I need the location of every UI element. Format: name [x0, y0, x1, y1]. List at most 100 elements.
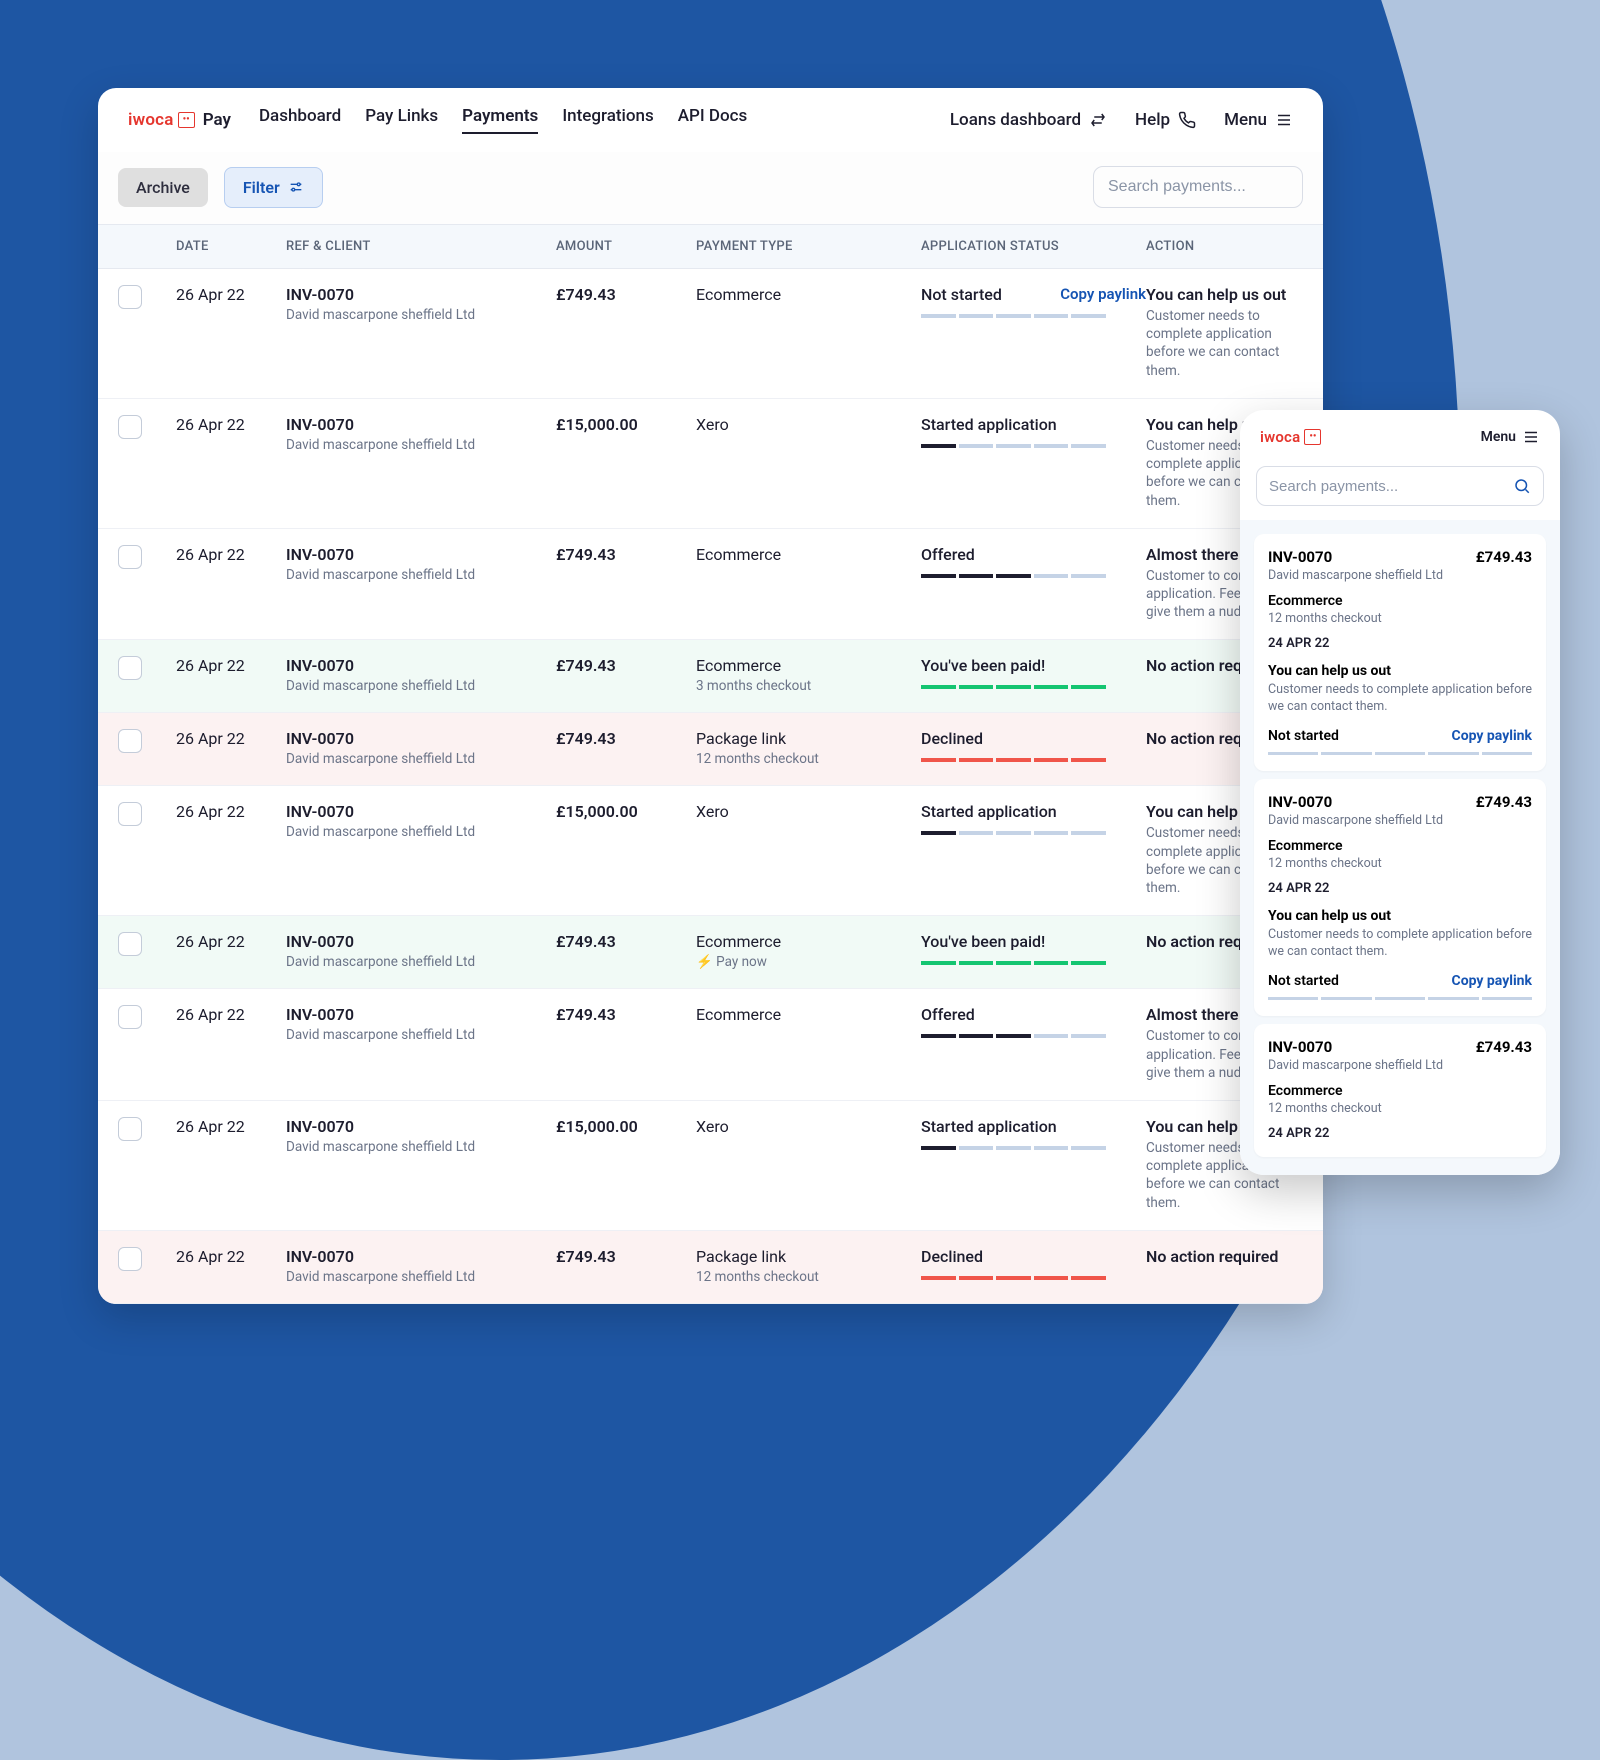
row-ptype-sub: 12 months checkout	[696, 1269, 921, 1285]
m-date: 24 APR 22	[1268, 1126, 1532, 1141]
search-input[interactable]	[1108, 178, 1315, 196]
row-status: Started application	[921, 415, 1057, 434]
logo-pay: Pay	[203, 110, 231, 130]
row-checkbox[interactable]	[118, 415, 142, 439]
filter-label: Filter	[243, 178, 280, 197]
row-client: David mascarpone sheffield Ltd	[286, 678, 556, 694]
nav-pay-links[interactable]: Pay Links	[365, 106, 438, 134]
m-ref: INV-0070	[1268, 793, 1443, 811]
row-date: 26 Apr 22	[176, 656, 286, 675]
row-client: David mascarpone sheffield Ltd	[286, 1139, 556, 1155]
archive-button[interactable]: Archive	[118, 168, 208, 207]
m-ptype-sub: 12 months checkout	[1268, 856, 1532, 871]
col-ref: REF & CLIENT	[286, 239, 556, 254]
row-progress	[921, 1034, 1106, 1038]
m-date: 24 APR 22	[1268, 636, 1532, 651]
nav-dashboard[interactable]: Dashboard	[259, 106, 341, 134]
row-client: David mascarpone sheffield Ltd	[286, 1269, 556, 1285]
row-date: 26 Apr 22	[176, 1005, 286, 1024]
row-progress	[921, 574, 1106, 578]
row-status: Offered	[921, 1005, 975, 1024]
table-row: 26 Apr 22INV-0070David mascarpone sheffi…	[98, 1231, 1323, 1304]
m-client: David mascarpone sheffield Ltd	[1268, 568, 1443, 583]
filter-button[interactable]: Filter	[224, 167, 323, 208]
row-status: Started application	[921, 1117, 1057, 1136]
row-checkbox[interactable]	[118, 1117, 142, 1141]
table-row: 26 Apr 22INV-0070David mascarpone sheffi…	[98, 786, 1323, 916]
mobile-card[interactable]: INV-0070David mascarpone sheffield Ltd£7…	[1254, 534, 1546, 771]
row-status: Not started	[921, 285, 1002, 304]
row-checkbox[interactable]	[118, 285, 142, 309]
menu-button[interactable]: Menu	[1224, 110, 1293, 130]
row-client: David mascarpone sheffield Ltd	[286, 437, 556, 453]
m-copy-paylink[interactable]: Copy paylink	[1452, 728, 1532, 744]
mobile-card[interactable]: INV-0070David mascarpone sheffield Ltd£7…	[1254, 779, 1546, 1016]
mobile-logo-box-icon: ••	[1304, 429, 1321, 445]
desktop-window: iwoca •• Pay Dashboard Pay Links Payments I…	[98, 88, 1323, 1304]
m-ptype: Ecommerce	[1268, 593, 1532, 609]
row-checkbox[interactable]	[118, 545, 142, 569]
row-checkbox[interactable]	[118, 1005, 142, 1029]
row-checkbox[interactable]	[118, 802, 142, 826]
row-ref: INV-0070	[286, 415, 556, 434]
row-action-title: You can help us out	[1146, 285, 1303, 304]
logo-box-icon: ••	[178, 112, 195, 128]
m-action-title: You can help us out	[1268, 908, 1532, 924]
m-progress	[1268, 997, 1532, 1000]
row-action-title: No action required	[1146, 1247, 1303, 1266]
row-amount: £749.43	[556, 656, 696, 675]
logo-iwoca: iwoca	[128, 110, 174, 130]
payments-table: DATE REF & CLIENT AMOUNT PAYMENT TYPE AP…	[98, 224, 1323, 1304]
row-checkbox[interactable]	[118, 1247, 142, 1271]
row-ref: INV-0070	[286, 802, 556, 821]
mobile-menu-label: Menu	[1481, 429, 1516, 445]
row-client: David mascarpone sheffield Ltd	[286, 1027, 556, 1043]
m-amount: £749.43	[1476, 548, 1532, 566]
mobile-menu-button[interactable]: Menu	[1481, 428, 1540, 446]
m-ref: INV-0070	[1268, 1038, 1443, 1056]
row-ptype: Ecommerce	[696, 285, 921, 304]
row-ref: INV-0070	[286, 729, 556, 748]
table-row: 26 Apr 22INV-0070David mascarpone sheffi…	[98, 713, 1323, 786]
copy-paylink-button[interactable]: Copy paylink	[1060, 285, 1146, 303]
row-checkbox[interactable]	[118, 932, 142, 956]
nav-api-docs[interactable]: API Docs	[678, 106, 748, 134]
search-box[interactable]	[1093, 166, 1303, 208]
row-amount: £749.43	[556, 1005, 696, 1024]
hamburger-icon	[1522, 428, 1540, 446]
search-icon	[1513, 477, 1531, 495]
help-link[interactable]: Help	[1135, 110, 1196, 130]
loans-dashboard-link[interactable]: Loans dashboard	[950, 110, 1107, 130]
m-progress	[1268, 752, 1532, 755]
row-date: 26 Apr 22	[176, 932, 286, 951]
main-nav: Dashboard Pay Links Payments Integrations AP…	[259, 106, 747, 134]
nav-integrations[interactable]: Integrations	[562, 106, 653, 134]
loans-dashboard-label: Loans dashboard	[950, 110, 1081, 130]
row-progress	[921, 685, 1106, 689]
row-ptype: Ecommerce	[696, 545, 921, 564]
m-amount: £749.43	[1476, 1038, 1532, 1056]
mobile-logo: iwoca ••	[1260, 428, 1321, 446]
row-amount: £15,000.00	[556, 1117, 696, 1136]
mobile-topbar: iwoca •• Menu	[1240, 410, 1560, 456]
m-copy-paylink[interactable]: Copy paylink	[1452, 973, 1532, 989]
row-status: Declined	[921, 1247, 983, 1266]
mobile-search-input[interactable]	[1269, 478, 1513, 495]
row-date: 26 Apr 22	[176, 1117, 286, 1136]
row-amount: £749.43	[556, 1247, 696, 1266]
m-status: Not started	[1268, 728, 1339, 744]
m-ptype-sub: 12 months checkout	[1268, 611, 1532, 626]
nav-payments[interactable]: Payments	[462, 106, 538, 134]
mobile-card[interactable]: INV-0070David mascarpone sheffield Ltd£7…	[1254, 1024, 1546, 1157]
row-status: You've been paid!	[921, 932, 1045, 951]
row-status: Offered	[921, 545, 975, 564]
row-checkbox[interactable]	[118, 729, 142, 753]
mobile-search-box[interactable]	[1256, 466, 1544, 506]
mobile-payments-list: INV-0070 David mascarpone sheffield Ltd £7…	[1240, 520, 1560, 1175]
m-status: Not started	[1268, 973, 1339, 989]
table-row: 26 Apr 22INV-0070David mascarpone sheffi…	[98, 269, 1323, 399]
row-checkbox[interactable]	[118, 656, 142, 680]
topbar-right: Loans dashboard Help Menu	[950, 110, 1293, 130]
help-label: Help	[1135, 110, 1170, 130]
row-progress	[921, 1276, 1106, 1280]
